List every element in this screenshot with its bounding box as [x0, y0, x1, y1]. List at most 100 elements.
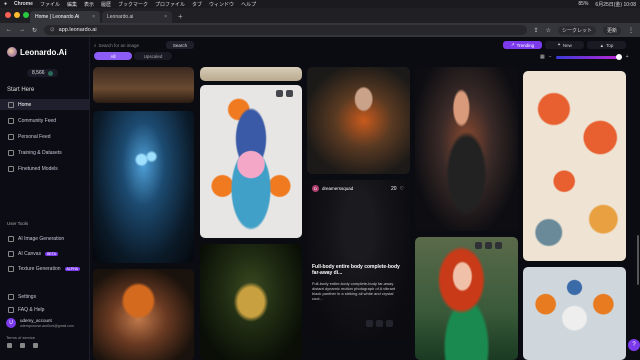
gallery-image[interactable]	[523, 267, 626, 360]
sidebar-item-label: Community Feed	[18, 117, 57, 124]
browser-toolbar: ← → ↻ ⊙ app.leonardo.ai ⇪ ☆ シークレット 更新 ⋮	[0, 23, 640, 37]
heart-icon[interactable]: ♡	[400, 186, 404, 192]
menubar-item[interactable]: 編集	[67, 1, 77, 8]
sidebar-item-personal-feed[interactable]: Personal Feed	[0, 131, 90, 142]
sidebar-item-ai-canvas[interactable]: AI Canvas BETA	[0, 248, 90, 259]
sidebar-item-label: Personal Feed	[18, 133, 51, 140]
menubar-item[interactable]: ウィンドウ	[209, 1, 234, 8]
sidebar-item-settings[interactable]: Settings	[0, 291, 90, 302]
remix-icon[interactable]	[366, 320, 373, 327]
menubar-item[interactable]: ヘルプ	[241, 1, 256, 8]
filter-all[interactable]: All	[94, 52, 132, 60]
like-control[interactable]: 20 ♡	[391, 186, 404, 192]
sort-new[interactable]: ✦ New	[545, 41, 584, 49]
creator-avatar: D	[312, 185, 319, 192]
sort-top[interactable]: ▲ Top	[587, 41, 626, 49]
slider-track[interactable]	[555, 53, 622, 60]
gallery-image[interactable]	[523, 71, 626, 261]
gallery-image[interactable]	[93, 67, 194, 103]
close-tab-icon[interactable]: ×	[164, 14, 167, 20]
gallery-image[interactable]	[200, 85, 302, 238]
gallery-image[interactable]	[93, 111, 194, 263]
menubar-item[interactable]: Chrome	[14, 1, 33, 7]
terms-link[interactable]: Terms of service	[6, 335, 35, 340]
zoom-window-button[interactable]	[23, 12, 29, 18]
incognito-label: シークレット	[561, 27, 592, 34]
copy-prompt-icon[interactable]	[485, 242, 492, 249]
forward-icon[interactable]: →	[19, 27, 25, 33]
sidebar-item-community-feed[interactable]: Community Feed	[0, 115, 90, 126]
brand-logo[interactable]: Leonardo.Ai	[7, 47, 67, 57]
sort-options: ↗ Trending ✦ New ▲ Top	[503, 41, 626, 49]
update-button[interactable]: 更新	[602, 25, 621, 35]
browser-tab[interactable]: Leonardo.ai ×	[102, 11, 172, 23]
new-tab-button[interactable]: +	[174, 12, 187, 23]
incognito-badge[interactable]: シークレット	[557, 25, 596, 35]
gallery-image[interactable]	[93, 269, 194, 360]
minimize-window-button[interactable]	[14, 12, 20, 18]
token-balance[interactable]: 8,566	[27, 69, 58, 77]
zoom-out-icon[interactable]: −	[549, 54, 552, 60]
gallery-image[interactable]	[415, 237, 518, 360]
tab-title: Home | Leonardo.Ai	[35, 14, 80, 20]
sidebar-item-texture-generation[interactable]: Texture Generation ALPHA	[0, 263, 90, 274]
back-icon[interactable]: ←	[6, 27, 12, 33]
creature-figure	[93, 111, 194, 263]
sort-trending[interactable]: ↗ Trending	[503, 41, 542, 49]
filter-segmented-control: All Upscaled	[94, 52, 172, 60]
zoom-in-icon[interactable]: +	[626, 54, 629, 60]
menubar-item[interactable]: プロファイル	[155, 1, 185, 8]
remix-icon[interactable]	[276, 90, 283, 97]
bookmark-star-icon[interactable]: ☆	[546, 27, 551, 34]
like-count: 20	[390, 186, 397, 192]
gallery-image[interactable]	[200, 244, 302, 360]
image-size-slider[interactable]: ▦ − +	[540, 53, 629, 60]
sidebar-item-training[interactable]: Training & Datasets	[0, 147, 90, 158]
apple-icon[interactable]: ●	[4, 1, 7, 7]
gallery-image[interactable]	[200, 67, 302, 81]
search-input[interactable]: ⌕ Search for an image	[94, 41, 160, 49]
menu-dots-icon[interactable]: ⋮	[628, 27, 634, 34]
armored-figure	[200, 244, 302, 360]
menubar-item[interactable]: ブックマーク	[118, 1, 148, 8]
battery-label[interactable]: 85%	[578, 1, 588, 7]
sidebar-item-label: Home	[18, 101, 32, 108]
copy-prompt-icon[interactable]	[376, 320, 383, 327]
gallery-scrollbar[interactable]	[637, 235, 639, 285]
search-button[interactable]: Search	[166, 41, 194, 49]
expand-icon[interactable]	[495, 242, 502, 249]
gallery-image[interactable]	[415, 67, 518, 231]
discord-icon[interactable]	[20, 343, 25, 348]
remix-icon[interactable]	[475, 242, 482, 249]
browser-tab[interactable]: Home | Leonardo.Ai ×	[30, 11, 100, 23]
sidebar-item-image-generation[interactable]: AI Image Generation	[0, 233, 90, 244]
sidebar-item-home[interactable]: Home	[0, 99, 90, 110]
image-hover-details: D dreamerssquad 20 ♡ Full-body entire bo…	[307, 180, 410, 340]
menubar-item[interactable]: タブ	[192, 1, 202, 8]
menubar-item[interactable]: 履歴	[101, 1, 111, 8]
twitter-icon[interactable]	[33, 343, 38, 348]
menubar-item[interactable]: 表示	[84, 1, 94, 8]
close-tab-icon[interactable]: ×	[92, 14, 95, 20]
clock[interactable]: 6月25日(金) 10:08	[595, 1, 636, 8]
reddit-icon[interactable]	[7, 343, 12, 348]
top-icon: ▲	[599, 42, 605, 48]
search-placeholder: Search for an image	[98, 42, 140, 48]
help-chat-button[interactable]: ?	[628, 339, 640, 351]
close-window-button[interactable]	[5, 12, 11, 18]
reload-icon[interactable]: ↻	[32, 27, 37, 34]
user-profile[interactable]: U udemy_account udemycourse.acc0unt@gmai…	[6, 318, 74, 328]
sidebar-item-faq[interactable]: FAQ & Help	[0, 305, 90, 314]
expand-icon[interactable]	[386, 320, 393, 327]
filter-upscaled[interactable]: Upscaled	[134, 52, 172, 60]
gallery-toolbar: ⌕ Search for an image Search All Upscale…	[90, 37, 640, 65]
gallery-image[interactable]	[307, 67, 410, 174]
slider-handle[interactable]	[615, 53, 622, 60]
expand-icon[interactable]	[286, 90, 293, 97]
menubar-item[interactable]: ファイル	[40, 1, 60, 8]
url-bar[interactable]: ⊙ app.leonardo.ai	[44, 25, 527, 35]
canvas-icon	[8, 250, 14, 257]
sidebar-item-finetuned-models[interactable]: Finetuned Models	[0, 163, 90, 174]
share-icon[interactable]: ⇪	[534, 27, 539, 34]
leonardo-app: Leonardo.Ai 8,566 Start Here Home Commun…	[0, 37, 640, 360]
